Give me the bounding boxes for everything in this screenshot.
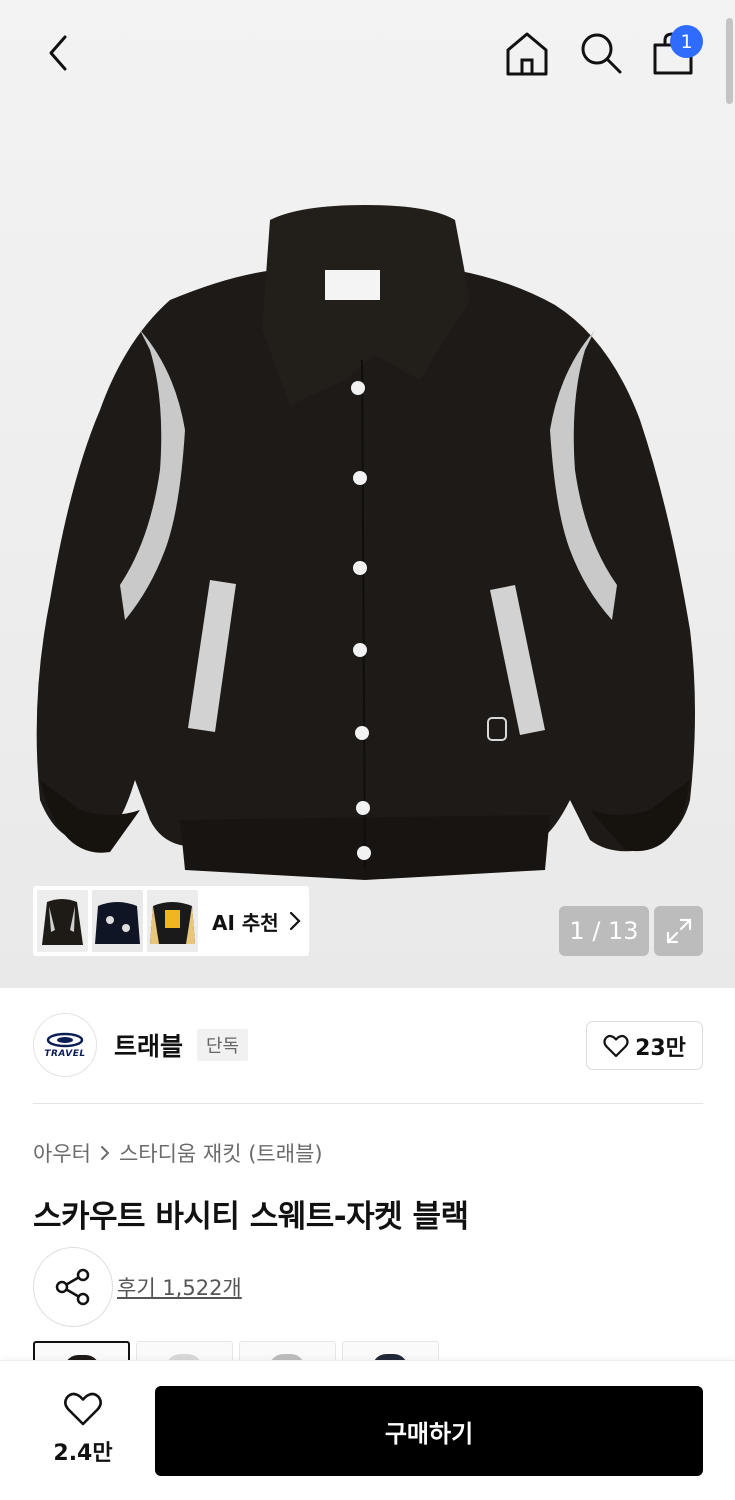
buy-button[interactable]: 구매하기: [155, 1386, 703, 1476]
reviews-link[interactable]: 후기 1,522개: [117, 1272, 242, 1302]
ai-recommendation-label: AI 추천: [212, 910, 279, 935]
home-icon: [506, 32, 548, 76]
ai-thumbnail-2: [92, 890, 143, 952]
top-navigation-bar: 1: [0, 0, 735, 110]
brand-logo-mark: [46, 1032, 84, 1047]
image-counter: 1 / 13: [559, 906, 649, 956]
search-button[interactable]: [574, 26, 628, 80]
chevron-right-icon: [100, 1146, 110, 1160]
cart-count-badge: 1: [670, 25, 703, 58]
brand-logo[interactable]: TRAVEL: [33, 1013, 97, 1077]
product-page: 1 AI 추천 1 / 13 TRAVEL 트래블 단독 23만 아우터 스타디…: [0, 0, 735, 1500]
product-title: 스카우트 바시티 스웨트-자켓 블랙: [33, 1199, 469, 1235]
expand-image-button[interactable]: [654, 906, 703, 956]
wishlist-count: 2.4만: [53, 1441, 113, 1466]
scrollbar[interactable]: [726, 18, 733, 104]
ai-thumbnail-3: [147, 890, 198, 952]
brand-name-link[interactable]: 트래블: [114, 1027, 183, 1063]
breadcrumb-category[interactable]: 아우터: [33, 1138, 91, 1168]
brand-like-button[interactable]: 23만: [586, 1021, 703, 1070]
search-icon: [581, 33, 622, 74]
divider: [33, 1103, 703, 1104]
share-icon: [55, 1268, 90, 1306]
expand-icon: [666, 918, 691, 944]
breadcrumb-subcategory[interactable]: 스타디움 재킷 (트래블): [119, 1138, 323, 1168]
ai-thumbnail-1: [37, 890, 88, 952]
heart-icon: [603, 1034, 629, 1057]
home-button[interactable]: [500, 26, 554, 80]
chevron-right-icon: [289, 911, 301, 931]
chevron-left-icon: [49, 35, 67, 71]
product-image-gallery[interactable]: 1 AI 추천 1 / 13: [0, 0, 735, 988]
ai-recommendation-button[interactable]: AI 추천: [33, 886, 309, 956]
heart-icon: [64, 1392, 102, 1426]
product-image: [36, 205, 695, 880]
share-button[interactable]: [33, 1247, 113, 1327]
wishlist-button[interactable]: 2.4만: [33, 1384, 133, 1474]
breadcrumb: 아우터 스타디움 재킷 (트래블): [33, 1138, 323, 1168]
brand-logo-text: TRAVEL: [44, 1048, 86, 1059]
brand-like-count: 23만: [635, 1035, 686, 1061]
back-button[interactable]: [30, 28, 86, 78]
exclusive-badge: 단독: [197, 1029, 249, 1061]
